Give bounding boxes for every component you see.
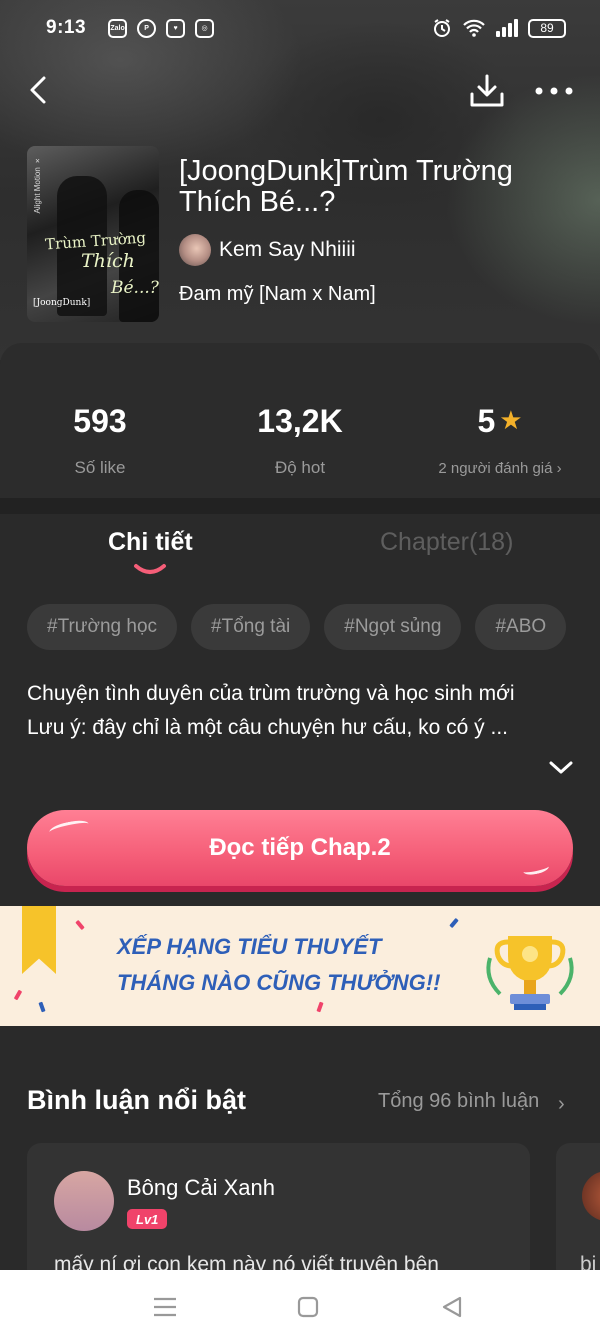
cover-side-text: Alight Motion × [33, 156, 42, 214]
tag-chip[interactable]: #Trường học [27, 604, 178, 650]
description-line: Lưu ý: đây chỉ là một câu chuyện hư cấu,… [27, 716, 509, 739]
hotness-count: 13,2K [257, 403, 343, 439]
star-icon: ★ [499, 405, 523, 435]
cover-tag: [JoongDunk] [33, 298, 91, 308]
comment-card[interactable]: Bông Cải Xanh Lv1 mấy ní ơi con kem này … [27, 1143, 530, 1283]
cover-title: Thích [81, 250, 135, 272]
book-title: [JoongDunk]Trùm Trường Thích Bé...? [179, 155, 513, 218]
top-bar [0, 62, 600, 118]
likes-label: Số like [74, 458, 126, 477]
ranking-promo-banner[interactable]: XẾP HẠNG TIỂU THUYẾT THÁNG NÀO CŨNG THƯỞ… [0, 906, 600, 1026]
comment-card[interactable]: bi [556, 1143, 600, 1283]
banner-subline: THÁNG NÀO CŨNG THƯỞNG!! [117, 970, 441, 995]
chevron-right-icon: › [556, 460, 562, 477]
avatar[interactable] [582, 1171, 600, 1221]
download-button[interactable] [468, 72, 506, 110]
comment-username[interactable]: Bông Cải Xanh [127, 1175, 275, 1201]
bookmark-ribbon-icon [22, 906, 56, 974]
zalo-icon: Zalo [108, 18, 128, 38]
recent-apps-button[interactable] [151, 1294, 179, 1320]
book-genre: Đam mỹ [Nam x Nam] [179, 283, 376, 305]
back-button[interactable] [22, 72, 58, 108]
hotness-stat: 13,2K Độ hot [240, 403, 360, 478]
comments-heading: Bình luận nổi bật [27, 1085, 246, 1115]
tag-chip[interactable]: #Tổng tài [191, 604, 311, 650]
section-divider [0, 498, 600, 514]
alarm-icon [434, 19, 450, 37]
more-options-button[interactable] [532, 74, 576, 108]
pinterest-icon: P [137, 18, 157, 38]
cover-title: Bé...? [111, 278, 159, 298]
heart-app-icon: ♥ [166, 18, 186, 38]
book-cover[interactable]: Alight Motion × Trùm Trường Thích Bé...?… [27, 146, 159, 322]
notification-icons: Zalo P ♥ ◎ [108, 18, 215, 38]
book-description: Chuyện tình duyên của trùm trường và học… [27, 677, 557, 745]
rating-value: 5 [477, 403, 496, 439]
description-line: Chuyện tình duyên của trùm trường và học… [27, 682, 515, 705]
chevron-down-icon[interactable] [548, 756, 574, 778]
chevron-right-icon[interactable]: › [558, 1093, 565, 1116]
tab-chapters[interactable]: Chapter(18) [380, 528, 513, 557]
rating-count-label: 2 người đánh giá [438, 460, 553, 477]
continue-reading-label: Đọc tiếp Chap.2 [209, 834, 391, 861]
tag-chip[interactable]: #ABO [475, 604, 567, 650]
banner-headline: XẾP HẠNG TIỂU THUYẾT [117, 934, 382, 959]
stats-panel: 593 Số like 13,2K Độ hot 5 ★ 2 người đánh… [0, 343, 600, 498]
battery-indicator: 89 [528, 18, 566, 38]
author-link[interactable]: Kem Say Nhiiii [179, 234, 356, 266]
system-back-button[interactable] [438, 1294, 466, 1320]
tab-active-indicator [134, 564, 166, 574]
status-time: 9:13 [46, 17, 87, 38]
view-all-comments-link[interactable]: Tổng 96 bình luận [378, 1090, 539, 1113]
hotness-label: Độ hot [274, 458, 326, 477]
level-badge: Lv1 [127, 1209, 168, 1229]
tab-details[interactable]: Chi tiết [108, 528, 193, 557]
instagram-icon: ◎ [195, 18, 215, 38]
trophy-icon [486, 936, 574, 1010]
wifi-icon [463, 19, 485, 37]
signal-icon [496, 19, 518, 37]
system-navigation-bar [0, 1270, 600, 1343]
status-bar: 9:13 Zalo P ♥ ◎ 89 [0, 0, 600, 56]
home-button[interactable] [294, 1294, 322, 1320]
avatar[interactable] [54, 1171, 114, 1231]
continue-reading-button[interactable]: Đọc tiếp Chap.2 [27, 810, 573, 886]
tag-list: #Trường học #Tổng tài #Ngọt sủng #ABO [27, 604, 567, 650]
tag-chip[interactable]: #Ngọt sủng [324, 604, 462, 650]
author-name: Kem Say Nhiiii [219, 238, 356, 261]
likes-count: 593 [73, 403, 127, 439]
likes-stat: 593 Số like [40, 403, 160, 478]
author-avatar [179, 234, 211, 266]
rating-stat[interactable]: 5 ★ 2 người đánh giá › [420, 403, 580, 477]
